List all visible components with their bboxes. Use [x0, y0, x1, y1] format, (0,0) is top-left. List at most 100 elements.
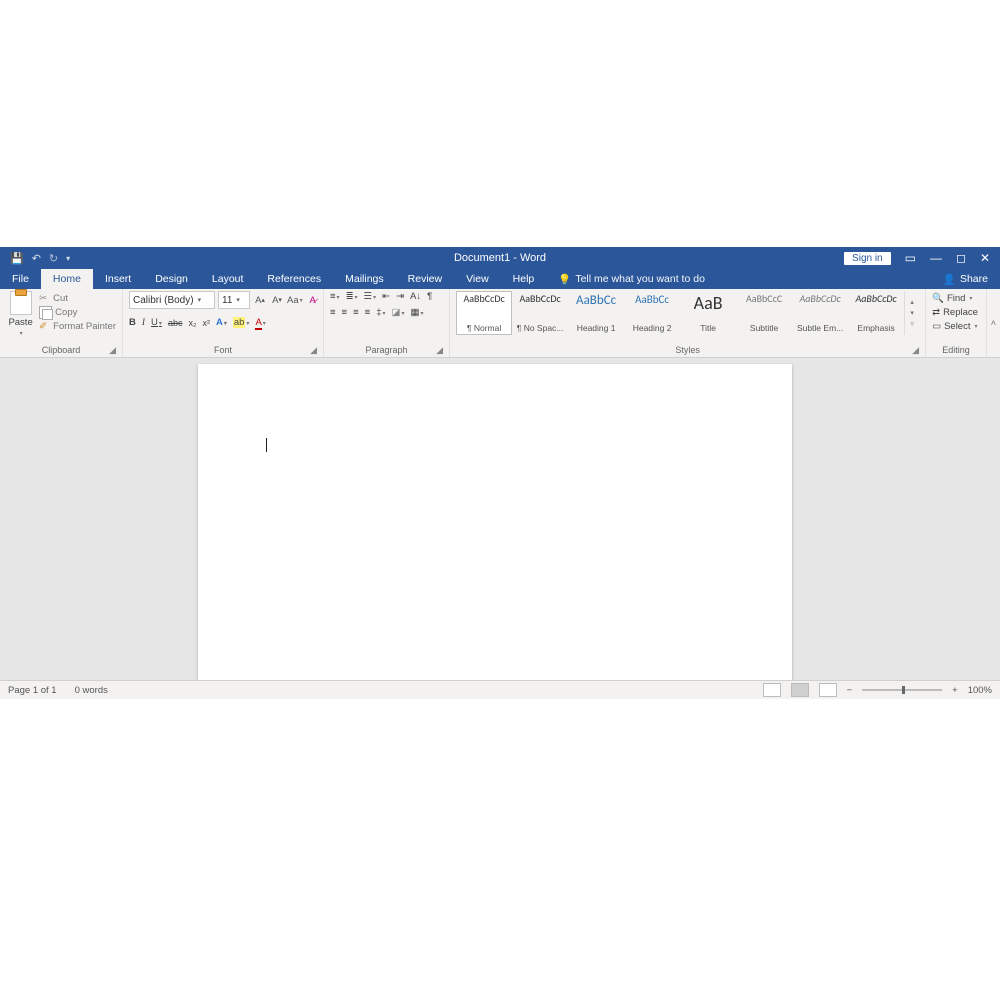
subscript-button[interactable]: x₂ — [188, 318, 196, 328]
qat-customize-icon[interactable]: ▾ — [66, 254, 70, 263]
font-name-combo[interactable]: Calibri (Body)▾ — [129, 291, 215, 309]
group-clipboard: Paste ▾ ✂Cut Copy ✐Format Painter Clipbo… — [0, 289, 123, 357]
chevron-down-icon: ▾ — [910, 309, 914, 317]
tab-design[interactable]: Design — [143, 269, 200, 289]
sign-in-button[interactable]: Sign in — [844, 252, 891, 265]
show-marks-button[interactable]: ¶ — [427, 291, 432, 302]
maximize-icon[interactable]: ◻ — [956, 251, 966, 265]
redo-icon[interactable]: ↻ — [49, 252, 58, 265]
style-preview: AaBbCcC — [746, 294, 782, 304]
sort-button[interactable]: A↓ — [410, 291, 421, 302]
align-left-button[interactable]: ≡ — [330, 307, 336, 318]
ribbon-display-options-icon[interactable]: ▭ — [905, 251, 916, 265]
tab-help[interactable]: Help — [501, 269, 547, 289]
page[interactable] — [198, 364, 792, 680]
clipboard-group-label: Clipboard — [42, 345, 81, 355]
word-count[interactable]: 0 words — [75, 685, 108, 696]
style-heading-1[interactable]: AaBbCcHeading 1 — [568, 291, 624, 335]
shading-button[interactable]: ◪▾ — [392, 307, 405, 318]
zoom-out-button[interactable]: − — [847, 685, 853, 696]
tab-view[interactable]: View — [454, 269, 501, 289]
replace-button[interactable]: ⇄Replace — [932, 307, 978, 318]
clear-formatting-button[interactable]: A̷ — [306, 292, 320, 308]
style-no-spacing[interactable]: AaBbCcDc¶ No Spac... — [512, 291, 568, 335]
undo-icon[interactable]: ↶ — [32, 252, 41, 265]
bullets-button[interactable]: ≡▾ — [330, 291, 340, 302]
collapse-ribbon-button[interactable]: ˄ — [987, 289, 1000, 357]
zoom-in-button[interactable]: + — [952, 685, 958, 696]
style-name: ¶ No Spac... — [517, 323, 564, 333]
multilevel-list-button[interactable]: ☰▾ — [364, 291, 377, 302]
quick-access-toolbar: 💾 ↶ ↻ ▾ — [0, 252, 70, 265]
zoom-thumb[interactable] — [902, 686, 905, 694]
align-right-button[interactable]: ≡ — [353, 307, 359, 318]
tab-file[interactable]: File — [0, 269, 41, 289]
clipboard-dialog-launcher-icon[interactable]: ◢ — [109, 345, 116, 356]
style-emphasis[interactable]: AaBbCcDcEmphasis — [848, 291, 904, 335]
tab-home[interactable]: Home — [41, 269, 93, 289]
group-paragraph: ≡▾ ≣▾ ☰▾ ⇤ ⇥ A↓ ¶ ≡ ≡ ≡ ≡ ‡▾ ◪▾ ▦▾ — [324, 289, 450, 357]
select-button[interactable]: ▭Select▾ — [932, 321, 977, 332]
share-button[interactable]: 👤 Share — [931, 269, 1000, 289]
paragraph-dialog-launcher-icon[interactable]: ◢ — [436, 345, 443, 356]
bold-button[interactable]: B — [129, 317, 136, 328]
copy-button[interactable]: Copy — [39, 306, 116, 319]
numbering-button[interactable]: ≣▾ — [346, 291, 358, 302]
italic-button[interactable]: I — [142, 318, 145, 328]
style-title[interactable]: AaBTitle — [680, 291, 736, 335]
styles-dialog-launcher-icon[interactable]: ◢ — [912, 345, 919, 356]
paste-button[interactable]: Paste ▾ — [6, 291, 35, 337]
underline-button[interactable]: U▾ — [151, 317, 162, 328]
font-name-value: Calibri (Body) — [133, 295, 194, 306]
shrink-font-button[interactable]: A▾ — [270, 292, 284, 308]
paste-dropdown-icon[interactable]: ▾ — [20, 330, 23, 337]
style-heading-2[interactable]: AaBbCcHeading 2 — [624, 291, 680, 335]
web-layout-button[interactable] — [819, 683, 837, 697]
find-button[interactable]: 🔍Find▾ — [932, 293, 972, 304]
tab-layout[interactable]: Layout — [200, 269, 256, 289]
lightbulb-icon: 💡 — [558, 273, 571, 286]
print-layout-button[interactable] — [791, 683, 809, 697]
tab-references[interactable]: References — [255, 269, 333, 289]
styles-more-button[interactable]: ▴▾▿ — [904, 291, 919, 335]
line-spacing-button[interactable]: ‡▾ — [376, 307, 385, 318]
minimize-icon[interactable]: — — [930, 251, 942, 265]
read-mode-button[interactable] — [763, 683, 781, 697]
superscript-button[interactable]: x² — [202, 318, 210, 328]
zoom-level[interactable]: 100% — [968, 685, 992, 696]
font-size-combo[interactable]: 11 ▾ — [218, 291, 250, 309]
chevron-down-icon: ▾ — [236, 296, 240, 304]
increase-indent-button[interactable]: ⇥ — [396, 291, 404, 302]
grow-font-button[interactable]: A▴ — [253, 292, 267, 308]
select-label: Select — [944, 321, 970, 332]
page-indicator[interactable]: Page 1 of 1 — [8, 685, 57, 696]
save-icon[interactable]: 💾 — [10, 252, 24, 265]
borders-button[interactable]: ▦▾ — [411, 307, 424, 318]
font-color-button[interactable]: A▾ — [255, 317, 265, 328]
style-normal[interactable]: AaBbCcDc¶ Normal — [456, 291, 512, 335]
style-subtle-emphasis[interactable]: AaBbCcDcSubtle Em... — [792, 291, 848, 335]
strikethrough-button[interactable]: abc — [168, 318, 183, 328]
tab-mailings[interactable]: Mailings — [333, 269, 396, 289]
change-case-button[interactable]: Aa▾ — [287, 292, 303, 308]
cut-button[interactable]: ✂Cut — [39, 293, 116, 304]
close-icon[interactable]: ✕ — [980, 251, 990, 265]
highlight-button[interactable]: ab▾ — [233, 317, 250, 328]
decrease-indent-button[interactable]: ⇤ — [382, 291, 390, 302]
font-dialog-launcher-icon[interactable]: ◢ — [310, 345, 317, 356]
tell-me-search[interactable]: 💡 Tell me what you want to do — [546, 269, 717, 289]
tab-review[interactable]: Review — [396, 269, 454, 289]
document-canvas[interactable] — [0, 358, 1000, 680]
ribbon: Paste ▾ ✂Cut Copy ✐Format Painter Clipbo… — [0, 289, 1000, 358]
justify-button[interactable]: ≡ — [365, 307, 371, 318]
styles-gallery: AaBbCcDc¶ Normal AaBbCcDc¶ No Spac... Aa… — [456, 291, 919, 335]
cut-label: Cut — [53, 293, 68, 304]
text-effects-button[interactable]: A▾ — [216, 317, 227, 328]
style-preview: AaB — [694, 294, 723, 312]
tab-insert[interactable]: Insert — [93, 269, 143, 289]
font-size-value: 11 — [222, 295, 232, 306]
zoom-slider[interactable] — [862, 689, 942, 691]
format-painter-button[interactable]: ✐Format Painter — [39, 321, 116, 332]
align-center-button[interactable]: ≡ — [342, 307, 348, 318]
style-subtitle[interactable]: AaBbCcCSubtitle — [736, 291, 792, 335]
